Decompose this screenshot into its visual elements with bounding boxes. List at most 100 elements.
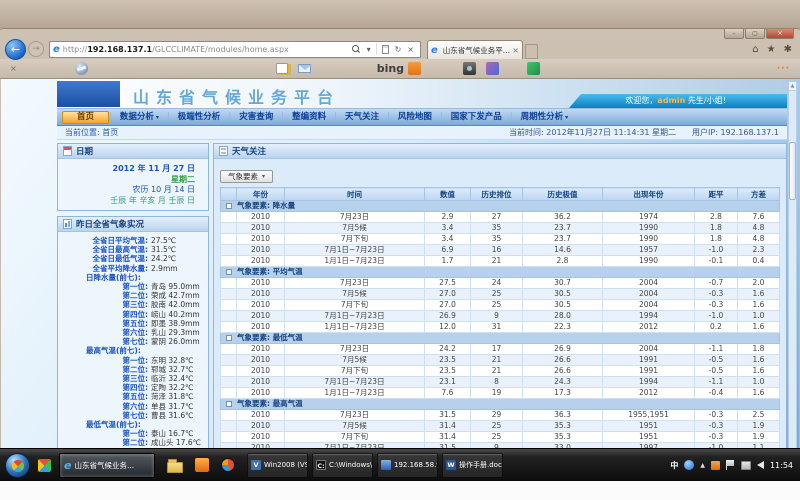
tools-button[interactable]: ✱: [784, 44, 792, 55]
tab-close-icon[interactable]: ×: [512, 46, 519, 55]
table-row[interactable]: 20107月5候27.02530.52004-0.31.6: [221, 289, 780, 300]
address-bar[interactable]: e http:// 192.168.137.1 /GLCCLIMATE/modu…: [49, 41, 421, 58]
ime-tool-icon[interactable]: [684, 460, 694, 470]
security-alert-icon[interactable]: [711, 461, 720, 470]
new-tab-button[interactable]: [525, 44, 538, 59]
refresh-button[interactable]: ↻: [392, 45, 405, 54]
nav-item-8[interactable]: 国家下发产品: [443, 111, 510, 124]
bing-search-icon[interactable]: [408, 62, 421, 75]
nav-item-9[interactable]: 周期性分析▾: [513, 111, 577, 124]
ranking-row: 第二位:郓城 32.7℃: [60, 365, 202, 374]
table-row[interactable]: 20107月下旬27.02530.52004-0.31.6: [221, 300, 780, 311]
minimize-button[interactable]: –: [724, 29, 744, 39]
welcome-username[interactable]: admin: [657, 96, 685, 105]
window-titlebar[interactable]: – ▢ ×: [0, 29, 800, 39]
scrollbar-thumb[interactable]: [789, 142, 796, 200]
table-cell: 28.0: [523, 311, 603, 322]
favorites-button[interactable]: ★: [767, 44, 776, 55]
table-row[interactable]: 20101月1日~7月23日12.03122.320120.21.6: [221, 322, 780, 333]
taskbar-window-2[interactable]: C:C:\Windows\s...: [312, 453, 373, 478]
table-row[interactable]: 20107月下旬3.43523.719901.84.8: [221, 234, 780, 245]
apps-icon[interactable]: [527, 62, 540, 75]
toolbar-logo-icon[interactable]: [75, 62, 88, 75]
column-header[interactable]: 时间: [285, 188, 425, 201]
scroll-up-icon[interactable]: ▲: [789, 82, 796, 91]
column-header[interactable]: 历史排位: [471, 188, 523, 201]
nav-item-6[interactable]: 天气关注: [337, 111, 387, 124]
camera-icon[interactable]: [463, 62, 476, 75]
share-icon[interactable]: [486, 62, 499, 75]
pinned-app-icon[interactable]: [38, 459, 51, 472]
forward-button[interactable]: →: [28, 41, 44, 57]
page-scrollbar[interactable]: ▲: [788, 81, 797, 481]
group-checkbox[interactable]: [226, 335, 232, 341]
table-row[interactable]: 20107月23日24.21726.92004-1.11.8: [221, 344, 780, 355]
table-row[interactable]: 20107月23日31.52936.31955,1951-0.32.5: [221, 410, 780, 421]
column-header[interactable]: 方差: [738, 188, 780, 201]
network-icon[interactable]: [741, 461, 751, 470]
column-header[interactable]: 历史极值: [523, 188, 603, 201]
orange-app-icon[interactable]: [195, 458, 209, 472]
column-header[interactable]: 出现年份: [603, 188, 695, 201]
table-row[interactable]: 20107月下旬23.52126.61991-0.51.6: [221, 366, 780, 377]
table-cell: 7月5候: [285, 223, 425, 234]
table-row[interactable]: 20107月5候31.42535.31951-0.31.9: [221, 421, 780, 432]
table-row[interactable]: 20107月1日~7月23日26.9928.01994-1.01.0: [221, 311, 780, 322]
taskbar-window-4[interactable]: W操作手册.docx ...: [442, 453, 503, 478]
table-group-row[interactable]: 气象要素: 最低气温: [221, 333, 780, 344]
search-dropdown[interactable]: ▾: [364, 45, 374, 54]
cards-icon[interactable]: [276, 63, 288, 74]
column-header[interactable]: 数值: [425, 188, 471, 201]
action-center-flag-icon[interactable]: [726, 460, 735, 470]
table-row[interactable]: 20107月1日~7月23日23.1824.31994-1.11.0: [221, 377, 780, 388]
nav-item-3[interactable]: 极端性分析: [170, 111, 229, 124]
volume-icon[interactable]: [757, 461, 764, 469]
media-player-icon[interactable]: [221, 458, 235, 472]
stat-value: 2.9mm: [148, 264, 202, 273]
explorer-icon[interactable]: [167, 462, 183, 473]
table-group-row[interactable]: 气象要素: 平均气温: [221, 267, 780, 278]
close-button[interactable]: ×: [766, 29, 794, 39]
toolbar-more-button[interactable]: ···: [777, 64, 790, 74]
nav-item-1[interactable]: 首页: [62, 111, 109, 124]
nav-item-2[interactable]: 数据分析▾: [112, 111, 167, 124]
mail-icon[interactable]: [298, 64, 311, 73]
group-label: 气象要素: 降水量: [237, 201, 295, 210]
table-group-row[interactable]: 气象要素: 降水量: [221, 201, 780, 212]
taskbar-active-window[interactable]: e 山东省气候业务...: [59, 453, 155, 478]
nav-item-4[interactable]: 灾害查询: [231, 111, 281, 124]
column-header[interactable]: 距平: [695, 188, 738, 201]
table-row[interactable]: 20107月1日~7月23日6.91614.61957-1.02.3: [221, 245, 780, 256]
compatibility-view-button[interactable]: [379, 45, 392, 54]
table-row[interactable]: 20101月1日~7月23日7.61917.32012-0.41.6: [221, 388, 780, 399]
stop-button[interactable]: ×: [404, 45, 417, 54]
group-checkbox[interactable]: [226, 269, 232, 275]
table-row[interactable]: 20107月5候3.43523.719901.84.8: [221, 223, 780, 234]
show-hidden-icons-button[interactable]: ▲: [700, 462, 705, 469]
table-row[interactable]: 20107月下旬31.42535.31951-0.31.9: [221, 432, 780, 443]
ime-indicator[interactable]: 中: [670, 460, 678, 471]
table-row[interactable]: 20101月1日~7月23日1.7212.81990-0.10.4: [221, 256, 780, 267]
table-row[interactable]: 20107月23日2.92736.219742.87.6: [221, 212, 780, 223]
taskbar-window-1[interactable]: VWin2008 (VS2...: [247, 453, 308, 478]
taskbar-window-3[interactable]: 192.168.58.99...: [377, 453, 438, 478]
start-button[interactable]: [5, 453, 30, 478]
group-checkbox[interactable]: [226, 203, 232, 209]
browser-tab[interactable]: e 山东省气候业务平... ×: [427, 40, 523, 59]
back-button[interactable]: ←: [5, 39, 26, 60]
bing-logo[interactable]: bing: [377, 62, 404, 75]
search-button[interactable]: [349, 45, 364, 54]
element-filter-button[interactable]: 气象要素 ▾: [220, 170, 273, 183]
toolbar-close-icon[interactable]: ×: [10, 64, 17, 73]
column-header[interactable]: 年份: [237, 188, 285, 201]
clock[interactable]: 11:54: [770, 461, 793, 470]
table-row[interactable]: 20107月5候23.52126.61991-0.51.6: [221, 355, 780, 366]
nav-item-5[interactable]: 整编资料: [284, 111, 334, 124]
maximize-button[interactable]: ▢: [745, 29, 765, 39]
nav-item-7[interactable]: 风险地图: [390, 111, 440, 124]
calendar-lunar-date: 农历 10 月 14 日: [62, 185, 195, 196]
table-row[interactable]: 20107月23日27.52430.72004-0.72.0: [221, 278, 780, 289]
group-checkbox[interactable]: [226, 401, 232, 407]
home-button[interactable]: ⌂: [752, 44, 758, 55]
table-group-row[interactable]: 气象要素: 最高气温: [221, 399, 780, 410]
